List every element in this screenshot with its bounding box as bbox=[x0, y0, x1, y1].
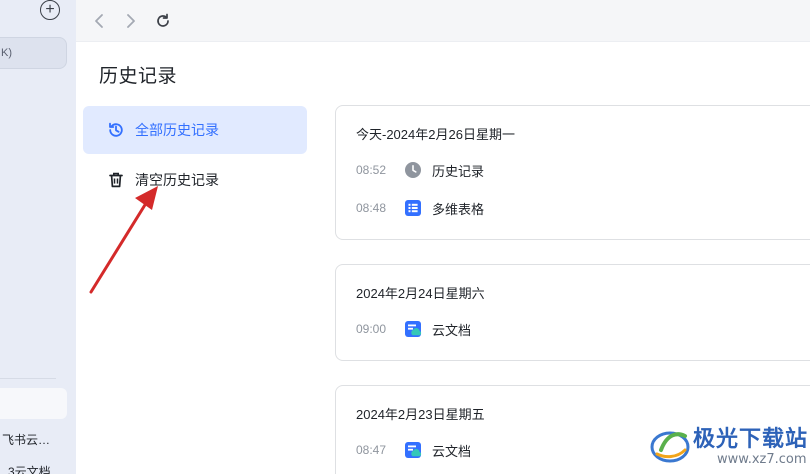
watermark-url: www.xz7.com bbox=[717, 452, 807, 467]
watermark-brand: 极光下载站 bbox=[693, 426, 809, 451]
annotation-arrow bbox=[89, 186, 158, 294]
watermark-logo-icon bbox=[650, 431, 690, 463]
site-watermark: 极光下载站 www.xz7.com bbox=[645, 418, 810, 474]
